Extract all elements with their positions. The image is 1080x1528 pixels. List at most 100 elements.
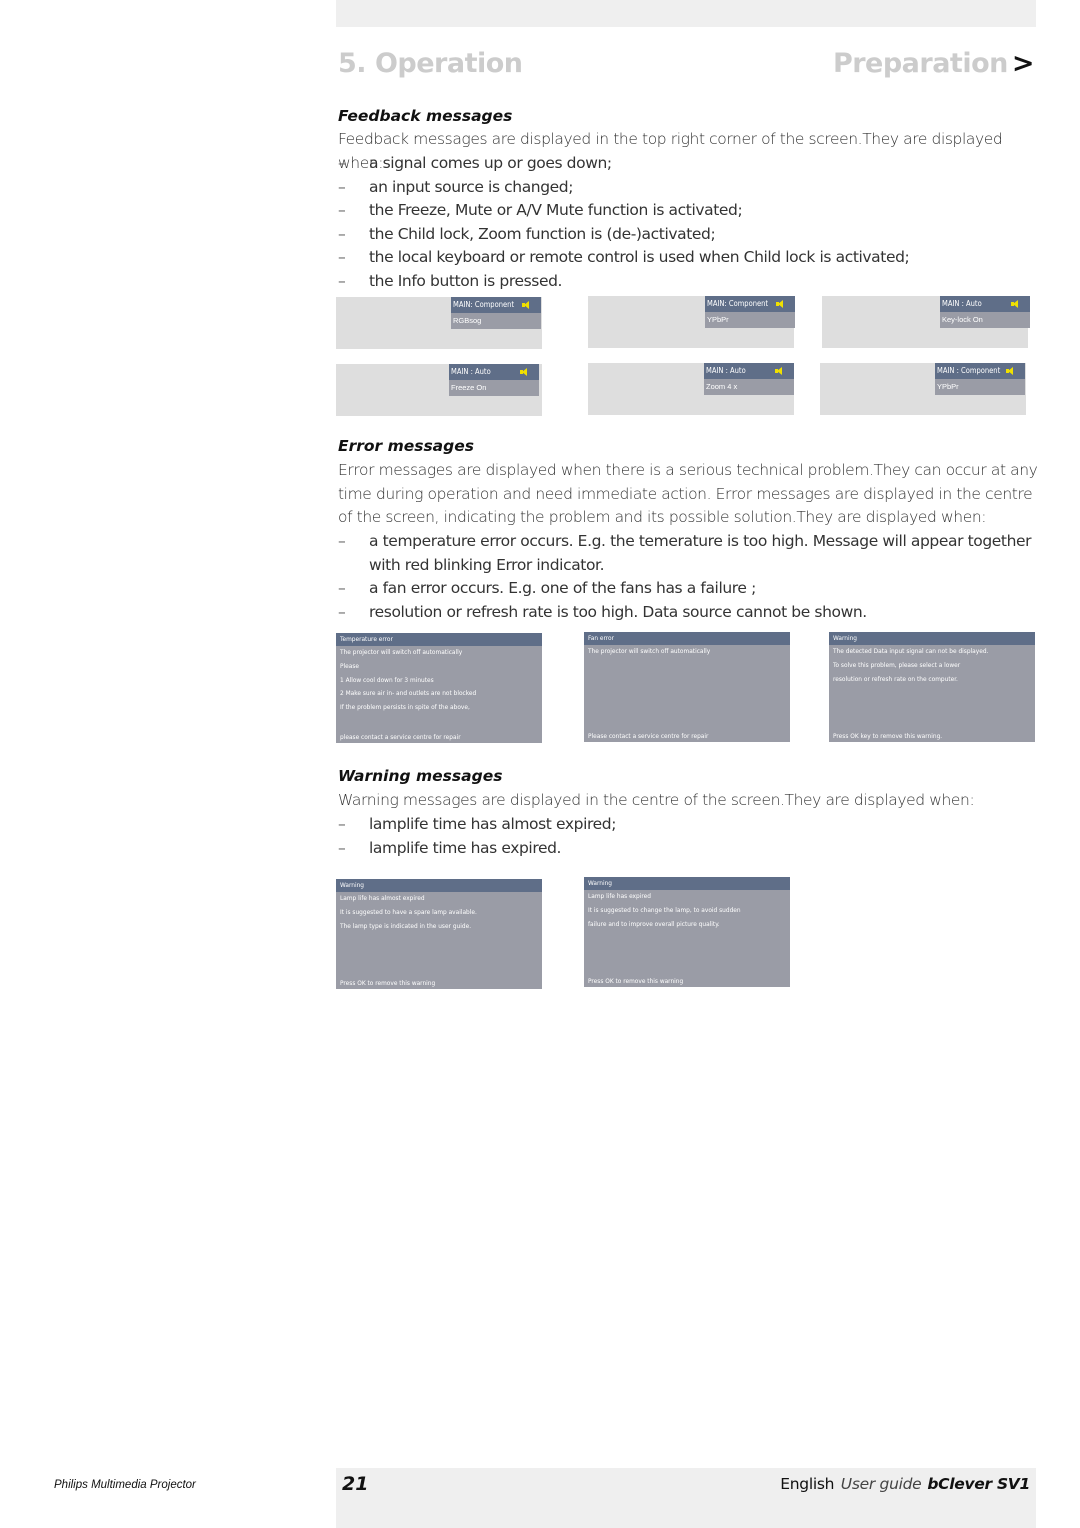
dash-bullet: – xyxy=(338,815,346,833)
osd-title: MAIN: Component xyxy=(705,296,795,312)
osd-title: MAIN : Auto xyxy=(449,364,539,380)
feedback-list: – a signal comes up or goes down; – an inp… xyxy=(338,152,1038,294)
speaker-icon xyxy=(1006,367,1013,375)
warning-heading: Warning messages xyxy=(338,767,503,785)
dash-bullet: – xyxy=(338,154,346,172)
list-item-text: the Info button is pressed. xyxy=(369,271,563,290)
list-item-text: an input source is changed; xyxy=(369,177,574,196)
list-item: – an input source is changed; xyxy=(338,176,1038,200)
list-item: – the Child lock, Zoom function is (de-)a… xyxy=(338,223,1038,247)
footer-language: English xyxy=(780,1475,835,1493)
osd-title-text: MAIN : Auto xyxy=(706,366,746,375)
dash-bullet: – xyxy=(338,248,346,267)
list-item-text: the Child lock, Zoom function is (de-)ac… xyxy=(369,224,716,243)
feedback-screen: MAIN: Component RGBsog xyxy=(336,297,542,349)
speaker-icon xyxy=(1011,300,1018,308)
dialog-line: If the problem persists in spite of the … xyxy=(340,703,470,712)
osd-message: MAIN: Component YPbPr xyxy=(705,296,795,328)
feedback-screen: MAIN: Component YPbPr xyxy=(588,296,795,348)
footer-product: bClever SV1 xyxy=(927,1475,1030,1493)
dialog-line: 2 Make sure air in- and outlets are not … xyxy=(340,689,477,698)
dialog-title: Temperature error xyxy=(336,633,542,646)
dialog-line: The lamp type is indicated in the user g… xyxy=(340,921,472,930)
list-item: – the Freeze, Mute or A/V Mute function i… xyxy=(338,199,1038,223)
dialog-title: Warning xyxy=(829,632,1035,645)
dialog-line: The detected Data input signal can not b… xyxy=(833,647,989,655)
footer-guide-info: English User guide bClever SV1 xyxy=(780,1475,1030,1493)
speaker-icon xyxy=(522,301,529,309)
dialog-footer: Press OK to remove this warning xyxy=(340,979,436,987)
dialog-line: failure and to improve overall picture q… xyxy=(588,919,720,928)
dialog-line: resolution or refresh rate on the comput… xyxy=(833,674,958,683)
dialog-line: The projector will switch off automatica… xyxy=(340,648,463,656)
list-item: – resolution or refresh rate is too high.… xyxy=(338,601,1038,625)
list-item-text: resolution or refresh rate is too high. … xyxy=(369,602,867,621)
osd-title-text: MAIN : Auto xyxy=(451,367,491,376)
list-item-text: lamplife time has expired. xyxy=(369,838,562,857)
dash-bullet: – xyxy=(338,201,346,220)
feedback-screen: MAIN : Component YPbPr xyxy=(820,363,1026,415)
list-item: – a temperature error occurs. E.g. the te… xyxy=(338,530,1038,577)
lamp-almost-expired-dialog: Warning Lamp life has almost expired It … xyxy=(336,879,542,989)
osd-message: MAIN: Component RGBsog xyxy=(451,297,541,329)
list-item: – a fan error occurs. E.g. one of the fan… xyxy=(338,577,1038,601)
osd-value: Zoom 4 x xyxy=(704,379,794,395)
osd-title-text: MAIN : Auto xyxy=(942,299,982,308)
dialog-line: Lamp life has expired xyxy=(588,892,651,900)
feedback-screen: MAIN : Auto Zoom 4 x xyxy=(588,363,794,415)
footer-product-line: Philips Multimedia Projector xyxy=(54,1479,196,1491)
list-item: – the local keyboard or remote control is… xyxy=(338,246,1038,270)
dialog-title: Warning xyxy=(336,879,542,892)
speaker-icon xyxy=(776,300,783,308)
feedback-heading: Feedback messages xyxy=(338,107,513,125)
dialog-line: It is suggested to change the lamp, to a… xyxy=(588,905,741,914)
list-item: – the Info button is pressed. xyxy=(338,270,1038,294)
fan-error-dialog: Fan error The projector will switch off … xyxy=(584,632,790,742)
dialog-title: Warning xyxy=(584,877,790,890)
header-band xyxy=(336,0,1036,27)
osd-title: MAIN: Component xyxy=(451,297,541,313)
list-item: – lamplife time has expired. xyxy=(338,837,1038,861)
dialog-footer: Press OK to remove this warning xyxy=(588,977,684,985)
dash-bullet: – xyxy=(338,602,346,621)
osd-value: YPbPr xyxy=(705,312,795,328)
osd-message: MAIN : Auto Zoom 4 x xyxy=(704,363,794,395)
list-item-text: the local keyboard or remote control is … xyxy=(369,248,910,267)
dash-bullet: – xyxy=(338,224,346,243)
feedback-screen: MAIN : Auto Key-lock On xyxy=(822,296,1030,348)
speaker-icon xyxy=(775,367,782,375)
dash-bullet: – xyxy=(338,532,346,550)
section-title: Preparation xyxy=(832,48,1008,79)
error-list: – a temperature error occurs. E.g. the te… xyxy=(338,530,1038,624)
dash-bullet: – xyxy=(338,177,346,196)
chapter-title: 5. Operation xyxy=(338,48,523,79)
osd-title-text: MAIN: Component xyxy=(453,300,515,309)
list-item-text: a temperature error occurs. E.g. the tem… xyxy=(369,532,1032,574)
osd-title: MAIN : Auto xyxy=(940,296,1030,312)
dash-bullet: – xyxy=(338,579,346,598)
dialog-line: Lamp life has almost expired xyxy=(340,894,425,902)
resolution-warning-dialog: Warning The detected Data input signal c… xyxy=(829,632,1035,742)
page-number: 21 xyxy=(342,1473,369,1495)
osd-title-text: MAIN: Component xyxy=(707,299,769,308)
osd-value: RGBsog xyxy=(451,313,541,329)
section-nav[interactable]: Preparation > xyxy=(832,48,1035,79)
list-item-text: a signal comes up or goes down; xyxy=(369,154,612,172)
dialog-line: To solve this problem, please select a l… xyxy=(833,660,961,669)
dash-bullet: – xyxy=(338,838,346,857)
warning-intro: Warning messages are displayed in the ce… xyxy=(338,791,975,809)
feedback-screen: MAIN : Auto Freeze On xyxy=(336,364,542,416)
osd-message: MAIN : Auto Freeze On xyxy=(449,364,539,396)
lamp-expired-dialog: Warning Lamp life has expired It is sugg… xyxy=(584,877,790,987)
next-arrow-icon[interactable]: > xyxy=(1012,48,1035,79)
dialog-line: The projector will switch off automatica… xyxy=(588,647,711,655)
osd-message: MAIN : Component YPbPr xyxy=(935,363,1025,395)
dialog-line: 1 Allow cool down for 3 minutes xyxy=(340,675,434,684)
dialog-line: Please xyxy=(340,661,359,670)
warning-list: – lamplife time has almost expired; – lamp… xyxy=(338,813,1038,860)
osd-title: MAIN : Auto xyxy=(704,363,794,379)
dialog-footer: Press OK key to remove this warning. xyxy=(833,732,943,740)
dash-bullet: – xyxy=(338,271,346,290)
osd-message: MAIN : Auto Key-lock On xyxy=(940,296,1030,328)
list-item-text: lamplife time has almost expired; xyxy=(369,815,617,833)
